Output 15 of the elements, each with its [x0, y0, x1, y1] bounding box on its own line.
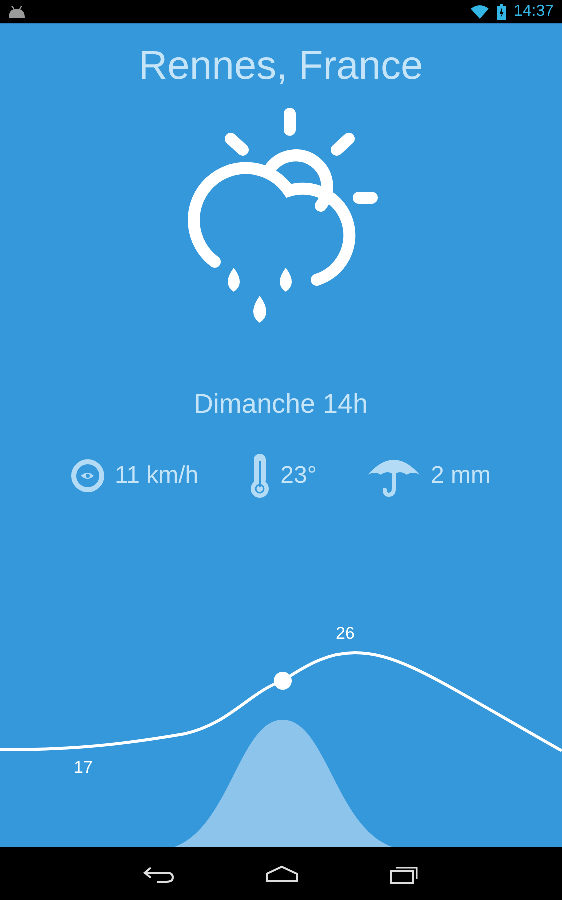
back-icon[interactable]: [143, 864, 175, 882]
detail-value: 11 km/h: [115, 460, 199, 490]
wind-gauge-icon: [71, 458, 106, 492]
min-temperature-label: 17: [74, 757, 93, 779]
detail-value: 2 mm: [430, 460, 491, 490]
status-time: 14:37: [514, 2, 554, 22]
android-icon: [8, 6, 26, 18]
home-icon[interactable]: [265, 864, 299, 882]
wifi-icon: [470, 4, 489, 18]
thermometer-icon: [248, 452, 271, 498]
city-title: Rennes, France: [138, 43, 424, 90]
detail-value: 23°: [280, 460, 317, 490]
time-label: Dimanche 14h: [194, 388, 368, 421]
battery-icon: [496, 4, 506, 20]
max-temperature-label: 26: [336, 623, 355, 645]
